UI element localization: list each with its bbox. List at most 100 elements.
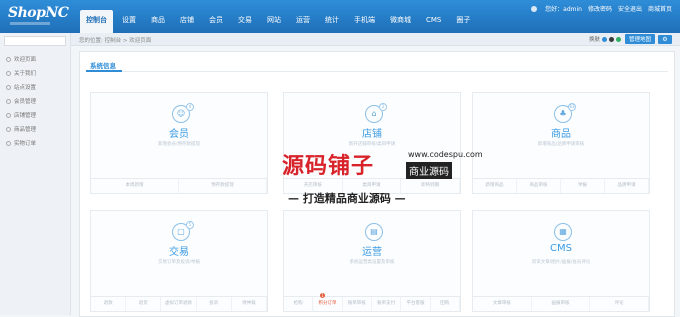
card-title[interactable]: 运营 (284, 243, 460, 258)
card-link[interactable]: 账单支付 (372, 297, 402, 311)
card-description: 资讯文章/图片/画报/会员评论 (531, 260, 591, 265)
sidebar-item-label: 关于我们 (14, 71, 37, 77)
tab-stores[interactable]: 店铺 (174, 10, 200, 33)
logout-link[interactable]: 安全退出 (618, 4, 642, 13)
sidebar-item-label: 店铺管理 (14, 113, 37, 119)
card-links: 抢购 积分订单 账单审核 账单支付 平台客服 团购 (284, 296, 460, 311)
card-link[interactable]: 评论 (590, 297, 650, 311)
notification-badge: 1 (320, 293, 325, 298)
card-operation: ▤ 运营 系统运营类设置及审核 抢购 积分订单 账单审核 账单支付 平台客服 团购 1 (283, 210, 461, 312)
card-link[interactable]: 文章审核 (473, 297, 532, 311)
breadcrumb: 您的位置: 控制台 > 欢迎页面 (79, 38, 152, 44)
change-password-link[interactable]: 修改密码 (588, 4, 612, 13)
bullet-icon (6, 126, 11, 132)
sidebar-search[interactable] (4, 36, 66, 46)
card-description: 交易订单及投诉/举报 (157, 260, 200, 265)
card-description: 系统运营类设置及审核 (349, 260, 395, 265)
watermark: 源码铺子 www.codespu.com 商业源码 — 打造精品商业源码 — (282, 148, 502, 218)
tab-micro-mall[interactable]: 微商城 (384, 10, 417, 33)
card-link[interactable]: 积分订单 (313, 297, 343, 311)
skin-green-button[interactable] (615, 36, 621, 42)
sidebar-item-label: 实物订单 (14, 141, 37, 147)
card-links: 文章审核 画报审核 评论 (473, 296, 650, 311)
sidebar-item-label: 商品管理 (14, 127, 37, 133)
watermark-slogan: — 打造精品商业源码 — (288, 192, 406, 205)
card-link[interactable]: 品牌申请 (605, 179, 649, 193)
document-icon: ▦ (554, 223, 572, 241)
gear-icon: ⚙ (662, 35, 668, 43)
sidebar-item-label: 站点设置 (14, 85, 37, 91)
card-link[interactable]: 退货 (126, 297, 162, 311)
card-link[interactable]: 账单审核 (343, 297, 372, 311)
user-greeting: 您好：admin (545, 6, 582, 13)
tab-circle[interactable]: 圈子 (450, 10, 476, 33)
watermark-biz: 商业源码 (406, 162, 452, 179)
bullet-icon (6, 98, 11, 104)
card-title[interactable]: 会员 (91, 125, 267, 140)
sidebar-item-site-settings[interactable]: 站点设置 (6, 83, 36, 91)
user-bar: 您好：admin 修改密码 安全退出 商城首页 (531, 4, 672, 13)
breadcrumb-bar: 您的位置: 控制台 > 欢迎页面 换肤 管理地图 ⚙ (71, 33, 680, 46)
card-link[interactable]: 预存款提现 (179, 179, 267, 193)
tab-console[interactable]: 控制台 (80, 10, 113, 33)
watermark-brand: 源码铺子 (282, 154, 375, 179)
sidebar-item-welcome[interactable]: 欢迎页面 (6, 55, 36, 63)
logo-subtitle (10, 22, 50, 25)
sidebar-item-label: 欢迎页面 (14, 57, 37, 63)
sitemap-button[interactable]: 管理地图 (624, 34, 655, 44)
tab-trade[interactable]: 交易 (232, 10, 258, 33)
skin-blue-button[interactable] (601, 36, 607, 42)
card-description: 新开店铺审核/类目申请 (348, 142, 396, 147)
tab-goods[interactable]: 商品 (145, 10, 171, 33)
card-title[interactable]: 商品 (473, 125, 649, 140)
card-links: 退款 退货 虚拟订单退款 投诉 待仲裁 (91, 296, 268, 311)
sidebar-item-goods-mgmt[interactable]: 商品管理 (6, 125, 36, 133)
store-home-link[interactable]: 商城首页 (648, 4, 672, 13)
card-link[interactable]: 虚拟订单退款 (161, 297, 197, 311)
card-cms: ▦ CMS 资讯文章/图片/画报/会员评论文章审核 画报审核 评论 (472, 210, 650, 312)
bullet-icon (6, 70, 11, 76)
logo[interactable]: ShopNC (8, 5, 69, 21)
card-description: 新增会员/预存款提现 (157, 142, 200, 147)
tab-operation[interactable]: 运营 (290, 10, 316, 33)
sidebar-item-about[interactable]: 关于我们 (6, 69, 36, 77)
divider (86, 71, 668, 72)
watermark-url: www.codespu.com (408, 150, 483, 159)
skin-dark-button[interactable] (608, 36, 614, 42)
toolbar: 换肤 管理地图 ⚙ (589, 34, 672, 44)
tab-settings[interactable]: 设置 (116, 10, 142, 33)
card-title[interactable]: 店铺 (284, 125, 460, 140)
card-link[interactable]: 平台客服 (401, 297, 431, 311)
card-title[interactable]: CMS (473, 243, 649, 254)
card-title[interactable]: 交易 (91, 243, 267, 258)
chart-icon: ▤ (365, 223, 383, 241)
tab-website[interactable]: 网站 (261, 10, 287, 33)
bullet-icon (6, 112, 11, 118)
sidebar: 欢迎页面 关于我们 站点设置 会员管理 店铺管理 商品管理 实物订单 (0, 33, 71, 315)
sidebar-item-store-mgmt[interactable]: 店铺管理 (6, 111, 36, 119)
tab-cms[interactable]: CMS (420, 10, 447, 33)
card-trade: ▢ 5 交易 交易订单及投诉/举报 退款 退货 虚拟订单退款 投诉 待仲裁 (90, 210, 268, 312)
count-badge: 2 (379, 103, 387, 111)
card-link[interactable]: 投诉 (197, 297, 232, 311)
card-link[interactable]: 商品审核 (517, 179, 561, 193)
tab-mobile[interactable]: 手机端 (348, 10, 381, 33)
card-links: 本周新增 预存款提现 (91, 178, 267, 193)
sidebar-item-label: 会员管理 (14, 99, 37, 105)
card-link[interactable]: 举报 (561, 179, 605, 193)
bullet-icon (6, 56, 11, 62)
card-link[interactable]: 待仲裁 (232, 297, 268, 311)
card-link[interactable]: 退款 (91, 297, 127, 311)
count-badge: 5 (186, 221, 194, 229)
card-link[interactable]: 抢购 (284, 297, 314, 311)
card-link[interactable]: 本周新增 (91, 179, 179, 193)
sidebar-item-orders[interactable]: 实物订单 (6, 139, 36, 147)
settings-button[interactable]: ⚙ (658, 34, 672, 44)
card-link[interactable]: 团购 (431, 297, 460, 311)
skin-label: 换肤 (588, 37, 600, 43)
card-link[interactable]: 画报审核 (532, 297, 591, 311)
sidebar-item-member-mgmt[interactable]: 会员管理 (6, 97, 36, 105)
tab-stats[interactable]: 统计 (319, 10, 345, 33)
tab-members[interactable]: 会员 (203, 10, 229, 33)
bullet-icon (6, 140, 11, 146)
